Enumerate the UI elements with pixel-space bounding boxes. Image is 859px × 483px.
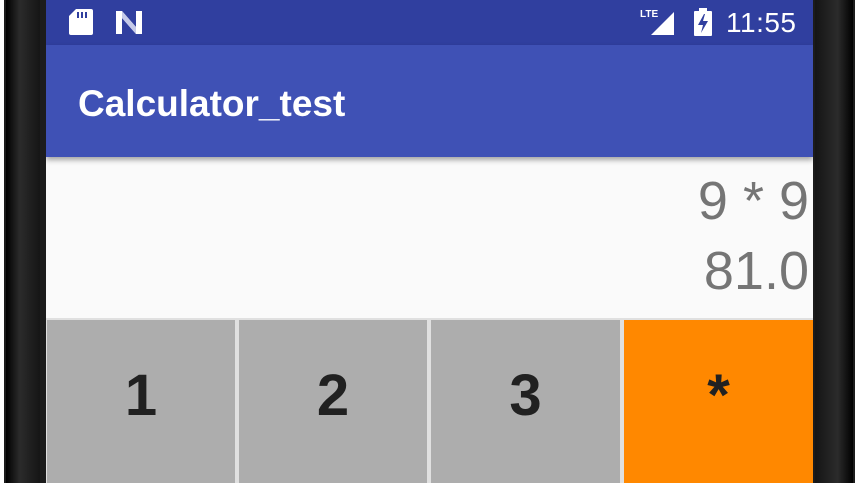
key-2-button[interactable]: 2 — [239, 320, 427, 483]
key-3-label: 3 — [509, 362, 542, 428]
key-2-label: 2 — [316, 362, 350, 428]
frame-margin-right — [855, 0, 859, 483]
result-text: 81.0 — [703, 241, 809, 301]
frame-margin-left — [0, 0, 4, 483]
sd-card-icon — [69, 9, 93, 35]
lte-signal-icon: LTE — [640, 9, 674, 35]
multiply-label: * — [707, 362, 730, 428]
n-notification-icon — [116, 11, 142, 34]
status-clock: 11:55 — [726, 7, 797, 38]
status-bar: LTE 11:55 — [46, 0, 813, 45]
battery-charging-icon — [694, 8, 712, 36]
device-screen: LTE 11:55 Calculator_test 9 * 9 81.0 1 2… — [46, 0, 813, 483]
app-bar: Calculator_test — [46, 45, 813, 157]
calculator-display: 9 * 9 81.0 — [46, 157, 813, 318]
key-1-button[interactable]: 1 — [47, 320, 235, 483]
key-1-label: 1 — [124, 362, 158, 428]
expression-text: 9 * 9 — [697, 171, 809, 231]
lte-label: LTE — [640, 9, 658, 20]
key-3-button[interactable]: 3 — [431, 320, 620, 483]
device-bezel-right — [815, 0, 853, 483]
keypad: 1 2 3 * — [46, 318, 813, 483]
device-bezel-left — [6, 0, 40, 483]
app-title: Calculator_test — [78, 83, 346, 124]
multiply-button[interactable]: * — [624, 320, 813, 483]
